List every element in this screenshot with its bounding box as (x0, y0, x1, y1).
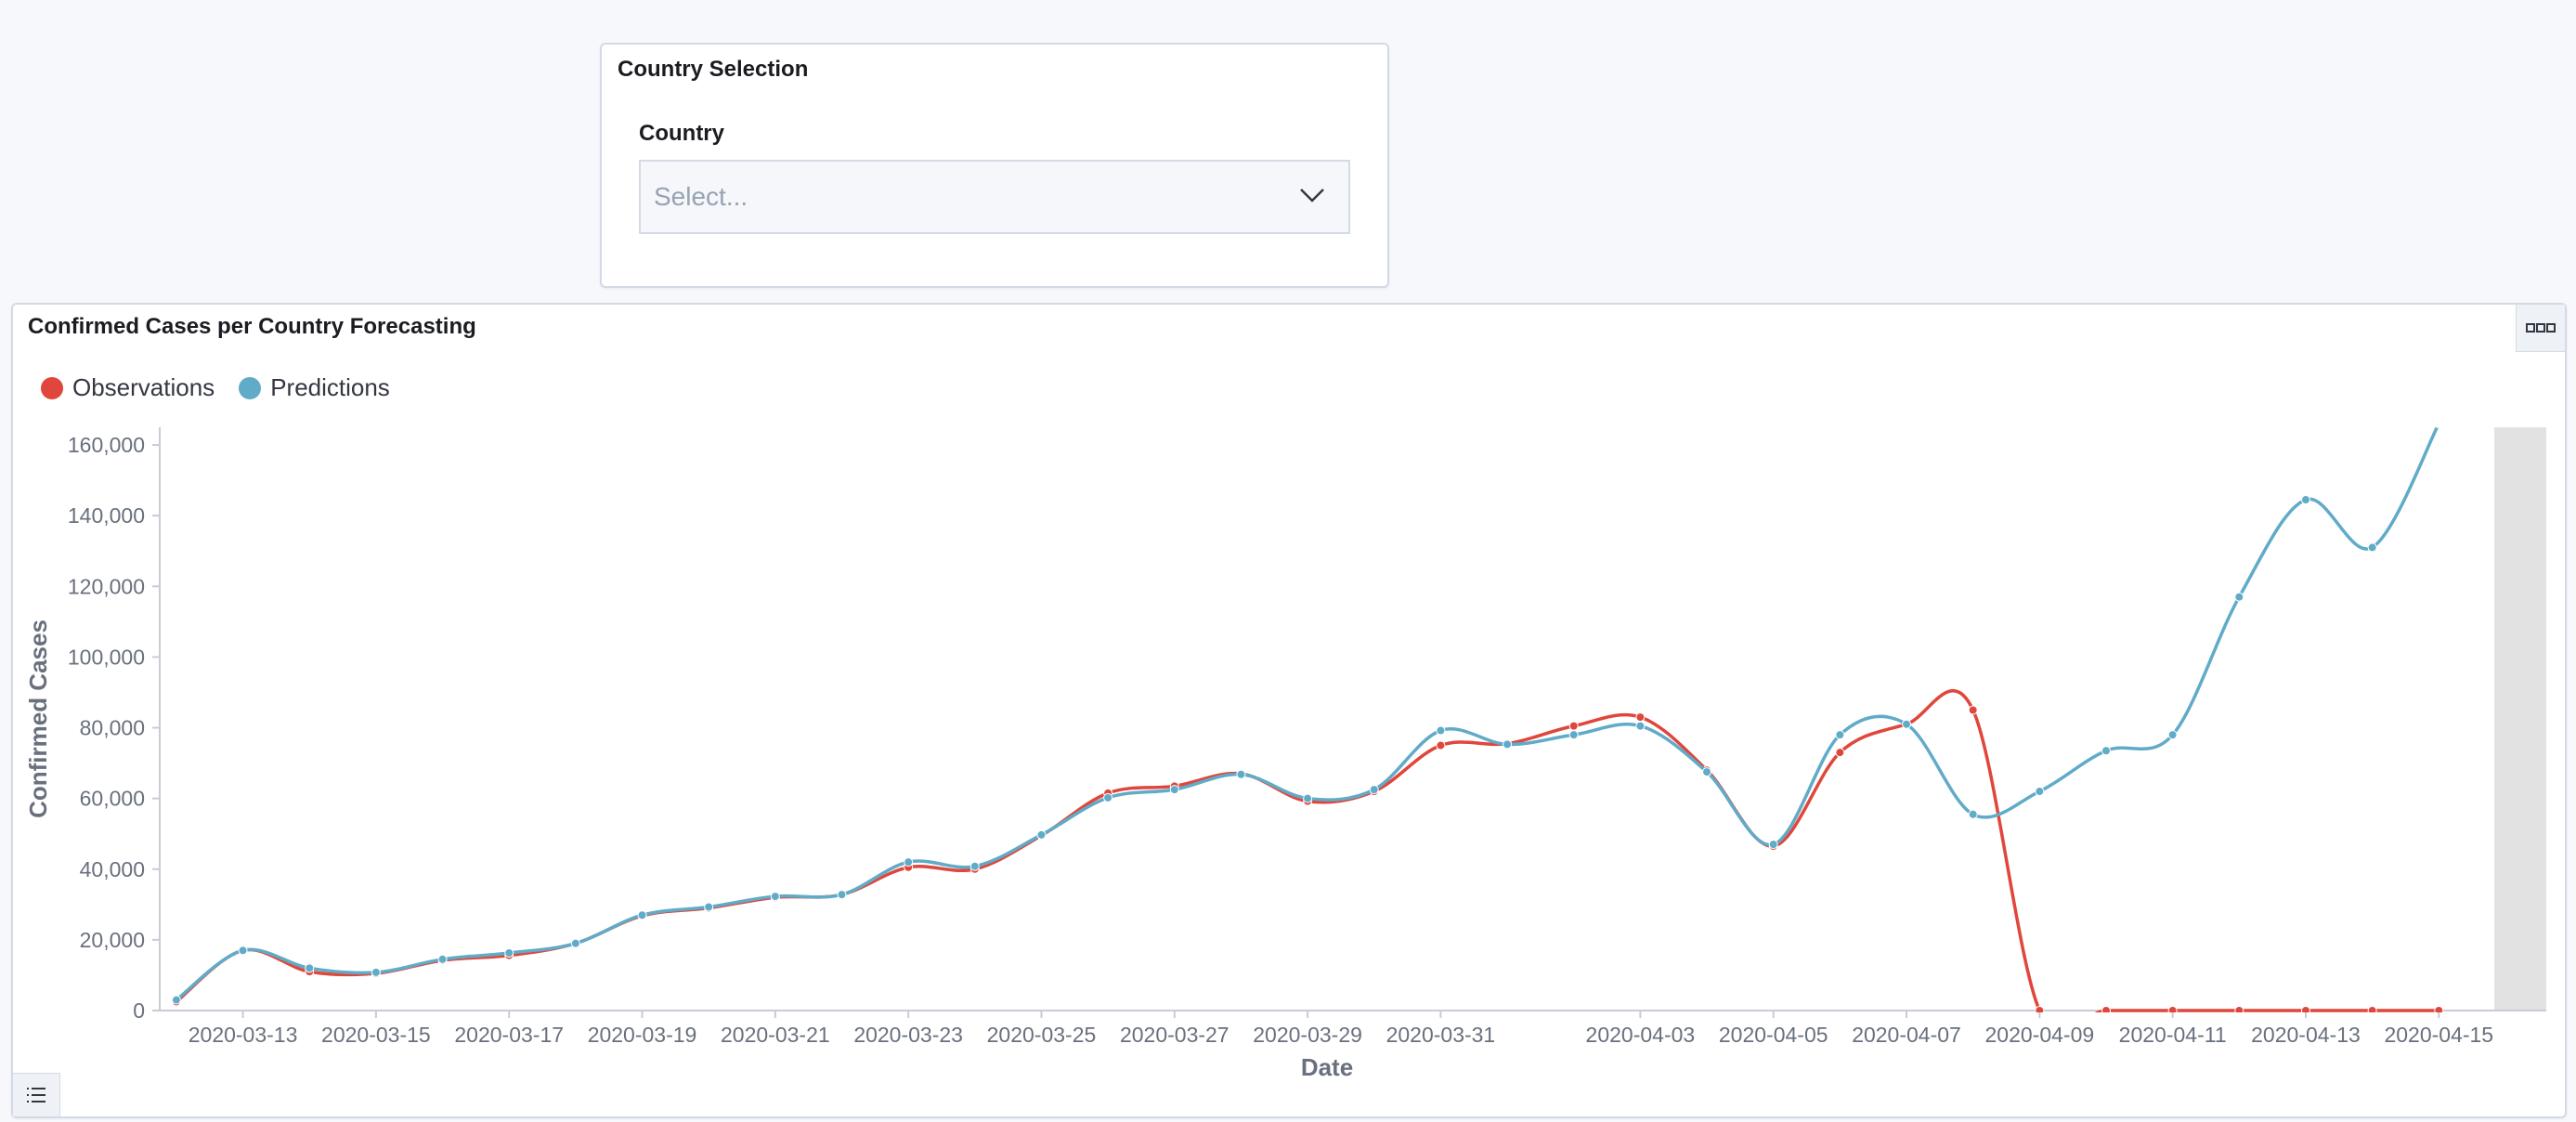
y-tick-label: 100,000 (68, 645, 145, 669)
data-point-predictions (637, 910, 647, 920)
x-tick-label: 2020-03-19 (588, 1023, 697, 1047)
y-tick-label: 0 (133, 998, 145, 1023)
data-point-predictions (969, 861, 980, 871)
data-point-predictions (2367, 542, 2377, 553)
legend-dot-predictions (239, 376, 262, 399)
data-point-predictions (1436, 725, 1446, 736)
data-point-predictions (837, 890, 847, 900)
data-point-predictions (1968, 809, 1978, 819)
forecast-chart-panel: 0 20,000 40,000 60,000 80,000 100,000 120,000 1… (11, 303, 2567, 1118)
legend-item-observations[interactable]: Observations (41, 373, 215, 402)
data-point-observations (2101, 1006, 2111, 1012)
data-point-predictions (1702, 767, 1712, 777)
list-icon (27, 1088, 46, 1102)
data-point-predictions (2300, 495, 2310, 505)
legend-item-predictions[interactable]: Predictions (239, 373, 390, 402)
data-point-predictions (238, 946, 248, 956)
data-point-predictions (2101, 746, 2111, 756)
data-point-predictions (1835, 730, 1845, 740)
x-tick-label: 2020-04-05 (1719, 1023, 1828, 1047)
y-axis-title: Confirmed Cases (24, 620, 52, 818)
chart-legend: Observations Predictions (41, 373, 390, 402)
data-point-predictions (570, 938, 580, 948)
series-predictions (171, 427, 2442, 1005)
x-tick-label: 2020-03-23 (853, 1023, 963, 1047)
chevron-down-icon (1300, 189, 1324, 202)
data-point-predictions (1635, 721, 1646, 731)
y-tick-label: 140,000 (68, 503, 145, 528)
x-tick-label: 2020-04-03 (1586, 1023, 1696, 1047)
x-tick-label: 2020-04-13 (2251, 1023, 2361, 1047)
x-tick-label: 2020-04-09 (1985, 1023, 2095, 1047)
data-point-predictions (1902, 719, 1912, 729)
x-tick-label: 2020-03-29 (1253, 1023, 1362, 1047)
data-point-predictions (1503, 739, 1513, 750)
data-point-predictions (2167, 730, 2178, 740)
data-point-observations (1968, 705, 1978, 715)
x-axis-title: Date (1301, 1053, 1353, 1081)
x-tick-label: 2020-03-25 (987, 1023, 1097, 1047)
x-tick-label: 2020-03-21 (721, 1023, 830, 1047)
x-tick-label: 2020-03-31 (1386, 1023, 1496, 1047)
data-point-predictions (1169, 785, 1179, 795)
chart-panel-title: Confirmed Cases per Country Forecasting (28, 314, 476, 339)
country-select-placeholder: Select... (654, 182, 748, 211)
x-tick-label: 2020-04-07 (1852, 1023, 1961, 1047)
series-observations (171, 688, 2444, 1012)
data-point-predictions (1568, 730, 1579, 740)
data-point-observations (1835, 748, 1845, 758)
country-panel-title: Country Selection (618, 57, 809, 82)
forecast-chart: 0 20,000 40,000 60,000 80,000 100,000 120,000 1… (24, 427, 2546, 1081)
country-select[interactable]: Select... (639, 160, 1350, 234)
x-tick-label: 2020-03-27 (1120, 1023, 1229, 1047)
data-point-observations (1436, 740, 1446, 750)
data-point-observations (1568, 721, 1579, 731)
x-tick-label: 2020-03-13 (189, 1023, 298, 1047)
x-tick-label: 2020-04-15 (2384, 1023, 2493, 1047)
data-point-predictions (305, 963, 315, 973)
data-point-observations (2367, 1006, 2377, 1012)
data-point-predictions (2234, 592, 2244, 602)
data-point-predictions (437, 954, 448, 964)
data-point-predictions (2035, 787, 2045, 797)
y-tick-label: 120,000 (68, 574, 145, 598)
data-point-observations (2234, 1006, 2244, 1012)
y-tick-label: 20,000 (80, 928, 145, 952)
y-tick-label: 40,000 (80, 857, 145, 881)
data-point-predictions (371, 967, 381, 977)
x-tick-label: 2020-03-17 (454, 1023, 564, 1047)
x-tick-label: 2020-04-11 (2119, 1023, 2227, 1047)
y-tick-label: 160,000 (68, 433, 145, 457)
legend-label-predictions: Predictions (270, 373, 390, 401)
series-line-observations (175, 688, 2439, 1012)
data-point-predictions (904, 857, 914, 868)
more-options-icon (2526, 323, 2556, 333)
data-point-predictions (1369, 785, 1379, 795)
toggle-legend-button[interactable] (13, 1073, 60, 1116)
data-point-observations (1635, 712, 1646, 723)
data-point-predictions (171, 995, 181, 1005)
data-point-predictions (1768, 840, 1778, 850)
end-of-data-band (2494, 427, 2546, 1011)
data-point-predictions (1236, 769, 1246, 779)
data-point-predictions (1103, 792, 1113, 802)
x-tick-label: 2020-03-15 (321, 1023, 431, 1047)
series-line-predictions (175, 427, 2439, 1001)
data-point-predictions (1303, 793, 1313, 803)
legend-label-observations: Observations (72, 373, 215, 401)
country-field-label: Country (639, 121, 724, 146)
data-point-predictions (2436, 427, 2442, 429)
data-point-predictions (704, 902, 714, 912)
y-tick-label: 60,000 (80, 787, 145, 811)
country-selection-panel: Country Selection Country Select... (600, 43, 1389, 288)
data-point-predictions (770, 892, 780, 902)
legend-dot-observations (41, 376, 63, 399)
data-point-predictions (504, 947, 514, 958)
y-tick-label: 80,000 (80, 716, 145, 740)
panel-options-button[interactable] (2516, 305, 2565, 352)
data-point-predictions (1036, 829, 1047, 840)
